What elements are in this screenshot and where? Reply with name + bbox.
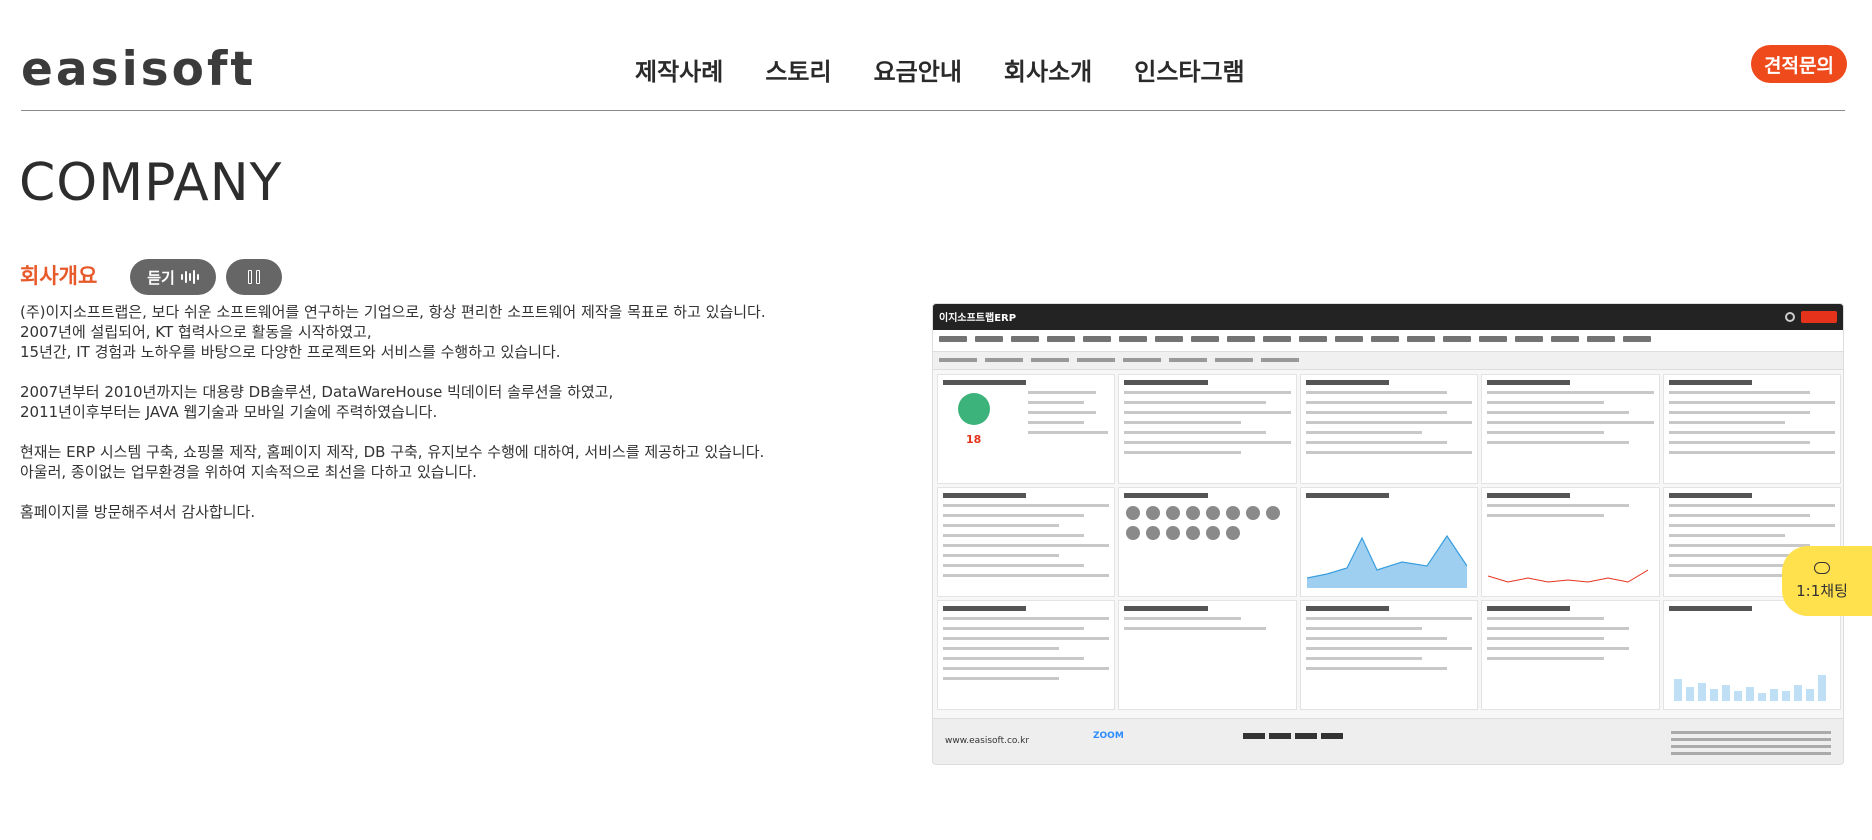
pause-button[interactable] [226,259,282,295]
intro-line: 아울러, 종이없는 업무환경을 위하여 지속적으로 최선을 다하고 있습니다. [20,463,477,481]
erp-panel [1299,374,1479,484]
intro-line: 2007년부터 2010년까지는 대용량 DB솔루션, DataWareHous… [20,383,614,401]
erp-panel-chart [1299,487,1479,597]
erp-panel-profile: 18 [937,374,1116,484]
erp-menu [933,330,1843,352]
intro-line: 2007년에 설립되어, KT 협력사으로 활동을 시작하였고, [20,323,372,341]
chat-button[interactable]: 1:1채팅 [1782,546,1872,616]
company-intro: (주)이지소프트랩은, 보다 쉬운 소프트웨어를 연구하는 기업으로, 항상 편… [20,302,880,522]
avatar [958,393,990,425]
nav-item-instagram[interactable]: 인스타그램 [1134,52,1244,92]
erp-panel [937,487,1116,597]
page-title: COMPANY [19,153,283,213]
site-header: easisoft 제작사례 스토리 요금안내 회사소개 인스타그램 견적문의 [21,0,1847,111]
intro-line: 2011년이후부터는 JAVA 웹기술과 모바일 기술에 주력하였습니다. [20,403,438,421]
erp-brand: 이지소프트랩ERP [939,313,1017,324]
erp-panels: 18 [937,374,1841,710]
erp-panel [1481,600,1660,710]
audio-wave-icon [180,269,199,285]
listen-button-label: 듣기 [147,268,175,287]
erp-footer: www.easisoft.co.kr ZOOM [933,718,1843,764]
erp-panel [1662,374,1841,484]
erp-panel-bar-chart [1662,600,1841,710]
intro-line: 15년간, IT 경험과 노하우를 바탕으로 다양한 프로젝트와 서비스를 수행… [20,343,561,361]
erp-panel [1118,374,1297,484]
line-chart [1488,569,1649,583]
erp-topbar: 이지소프트랩ERP [933,304,1843,330]
nav-item-pricing[interactable]: 요금안내 [874,52,962,92]
quote-request-button[interactable]: 견적문의 [1751,45,1847,83]
erp-panel [937,600,1116,710]
erp-footer-site: www.easisoft.co.kr [945,736,1030,746]
main-nav: 제작사례 스토리 요금안내 회사소개 인스타그램 [635,52,1287,92]
intro-line: 홈페이지를 방문해주셔서 감사합니다. [20,503,256,521]
bar-chart [1673,675,1826,701]
erp-submenu [933,352,1843,370]
nav-item-story[interactable]: 스토리 [765,52,831,92]
section-title: 회사개요 [20,264,98,288]
erp-chip [1801,311,1837,323]
intro-line: (주)이지소프트랩은, 보다 쉬운 소프트웨어를 연구하는 기업으로, 항상 편… [20,303,766,321]
erp-panel-staff [1118,487,1297,597]
erp-panel-chart [1481,487,1660,597]
pause-icon [248,270,260,284]
nav-item-cases[interactable]: 제작사례 [635,52,723,92]
area-chart [1306,534,1467,588]
erp-count: 18 [966,433,982,446]
erp-footer-info [1671,731,1831,759]
erp-panel [1299,600,1479,710]
erp-dashboard-image: 이지소프트랩ERP 18 www.easisoft.co.kr ZOOM [932,303,1844,765]
site-logo[interactable]: easisoft [21,42,256,98]
intro-line: 현재는 ERP 시스템 구축, 쇼핑몰 제작, 홈페이지 제작, DB 구축, … [20,443,765,461]
erp-panel [1481,374,1660,484]
chat-bubble-icon [1814,561,1830,574]
erp-panel [1118,600,1297,710]
erp-footer-chips [1243,733,1343,739]
nav-item-company[interactable]: 회사소개 [1004,52,1092,92]
gear-icon [1785,312,1795,322]
chat-button-label: 1:1채팅 [1796,581,1848,600]
zoom-logo: ZOOM [1093,731,1124,741]
listen-button[interactable]: 듣기 [130,259,216,295]
